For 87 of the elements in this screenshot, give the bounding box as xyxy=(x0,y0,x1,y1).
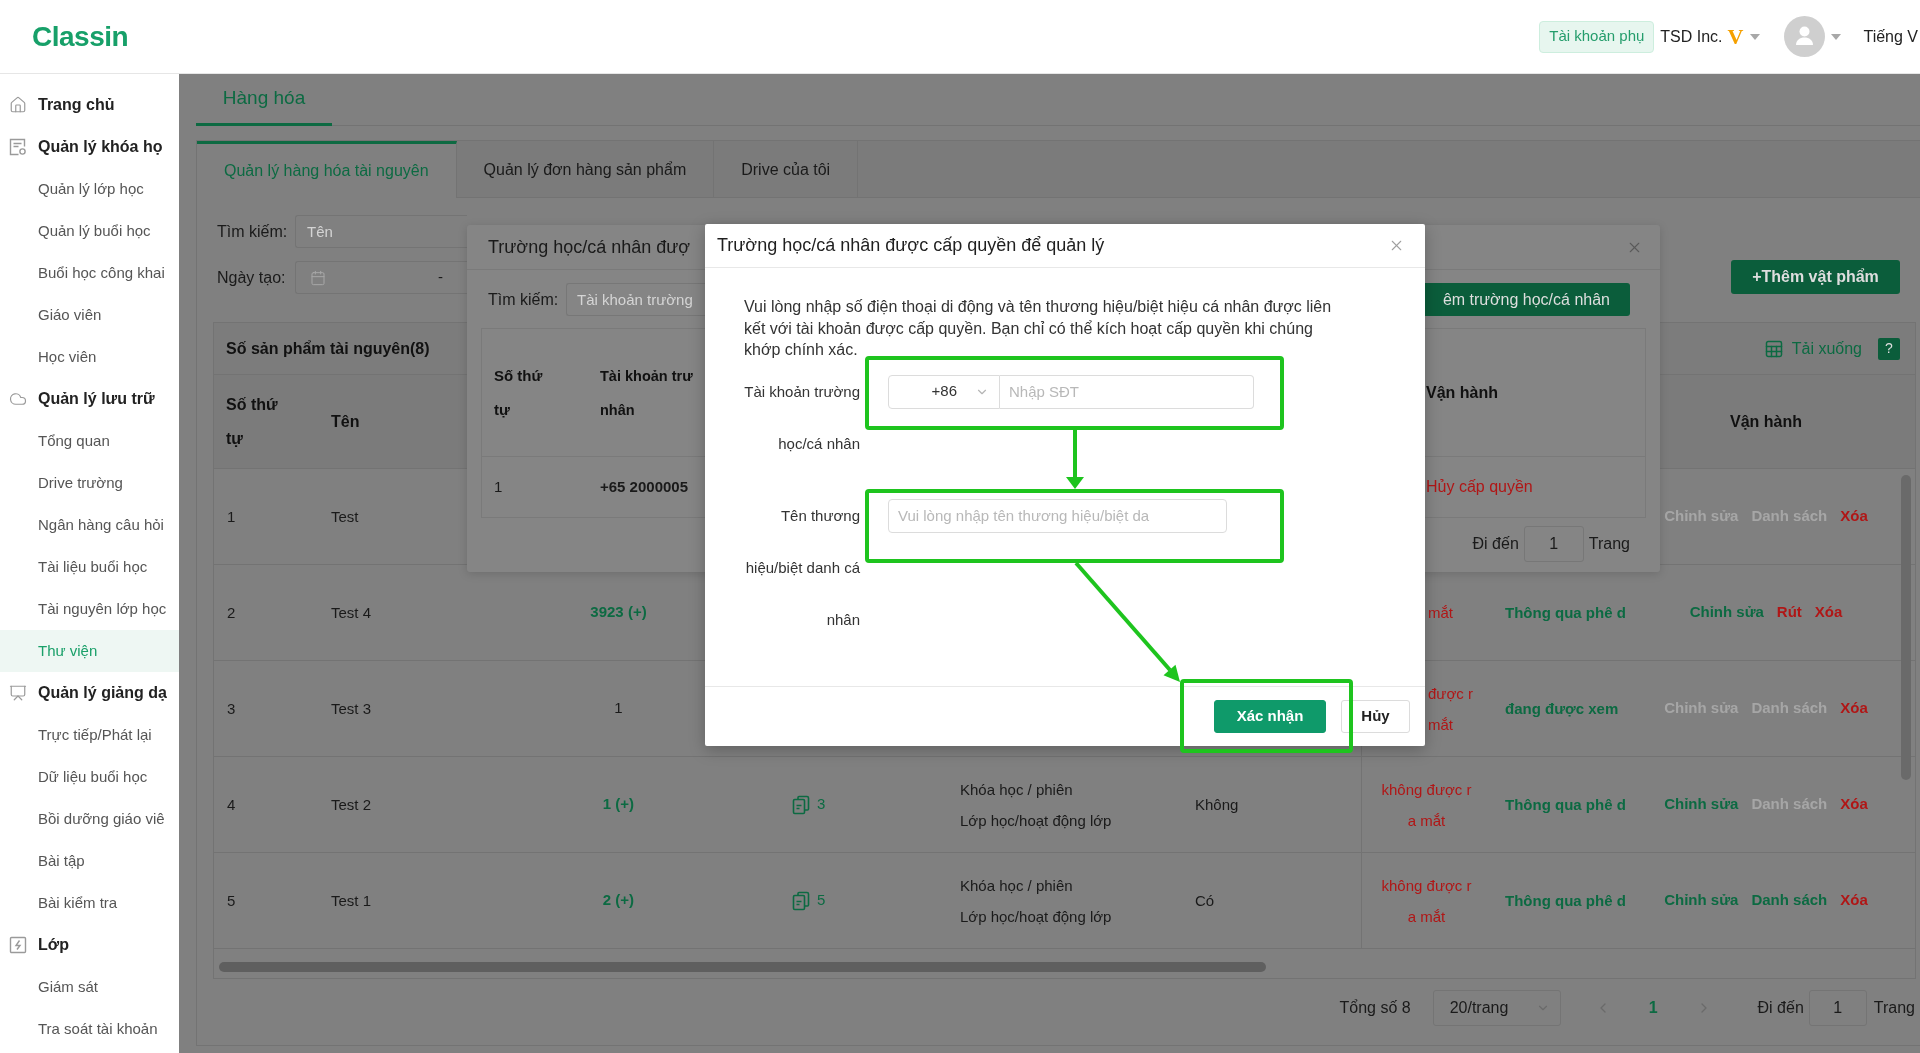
cancel-button[interactable]: Hủy xyxy=(1341,700,1410,733)
document-icon xyxy=(9,138,27,156)
date-range-field[interactable]: - xyxy=(295,261,467,294)
approval-status: Thông qua phê d xyxy=(1505,795,1626,813)
goto-suffix: Trang xyxy=(1873,998,1915,1018)
status-text: không được r a mắt xyxy=(1381,875,1472,927)
presentation-board-icon xyxy=(9,684,27,702)
column-header: Số thứ tự xyxy=(494,365,544,420)
table-title: Số sản phẩm tài nguyên(8) xyxy=(226,338,430,359)
confirm-button[interactable]: Xác nhận xyxy=(1214,700,1326,733)
home-icon xyxy=(9,96,27,114)
dialog-title: Trường học/cá nhân được cấp quyền để quản lý xyxy=(717,234,1105,257)
table-cell: Test 1 xyxy=(331,891,372,909)
table-cell: 4 xyxy=(227,795,236,813)
column-header: Tài khoản trư nhân xyxy=(600,366,693,420)
vip-letter: V xyxy=(1727,25,1744,48)
calendar-icon xyxy=(310,269,326,286)
table-cell: Test xyxy=(331,507,359,525)
sidebar-group-header[interactable]: Quản lý giảng dạ xyxy=(0,672,179,714)
help-button[interactable]: ? xyxy=(1878,337,1900,360)
total-count: Tổng số 8 xyxy=(1339,998,1411,1018)
table-cell: Test 3 xyxy=(331,699,372,717)
column-header: Vận hành xyxy=(1426,383,1498,401)
sidebar-group-header[interactable]: Trang chủ xyxy=(0,84,179,126)
sub-tab[interactable]: Quản lý đơn hàng sản phẩm xyxy=(456,141,715,198)
sidebar-group-header[interactable]: Quản lý lưu trữ xyxy=(0,378,179,420)
goto-suffix: Trang xyxy=(1588,534,1630,554)
caret-down-icon[interactable] xyxy=(1750,33,1761,40)
approval-status: đang được xem xyxy=(1505,699,1619,717)
table-cell: 1 xyxy=(227,507,236,525)
table-cell: Test 2 xyxy=(331,795,372,813)
cloud-icon xyxy=(9,390,27,408)
page-size-select[interactable]: 20/trang xyxy=(1432,990,1561,1026)
phone-input[interactable]: Nhập SĐT xyxy=(1000,374,1254,409)
language-selector[interactable]: Tiếng V xyxy=(1863,24,1918,49)
text-input[interactable]: Vui lòng nhập tên thương hiệu/biệt da xyxy=(888,498,1227,533)
field-label: Tài khoản trường học/cá nhân xyxy=(743,381,860,454)
avatar-icon[interactable] xyxy=(1784,16,1826,57)
search-field[interactable]: Tài khoản trường xyxy=(566,283,705,316)
table-cell-text: Khóa học / phiên Lớp học/hoạt động lớp xyxy=(960,779,1112,831)
column-header: Số thứ tự xyxy=(226,394,279,449)
lightning-square-icon xyxy=(9,936,27,954)
goto-page-field[interactable]: 1 xyxy=(1808,990,1867,1026)
status-text: được r mắt xyxy=(1428,683,1473,735)
table-cell: 1 xyxy=(494,478,503,495)
documents-icon xyxy=(791,890,811,911)
column-header: Tên xyxy=(331,412,360,430)
documents-icon xyxy=(791,794,811,815)
table-cell: +65 2000005 xyxy=(600,478,688,495)
table-cell: Test 4 xyxy=(331,603,372,621)
caret-down-icon[interactable] xyxy=(1831,33,1842,40)
sidebar-item[interactable]: Thư viện xyxy=(0,630,179,672)
sub-tab[interactable]: Drive của tôi xyxy=(714,141,859,198)
table-cell-text: 1 xyxy=(614,698,623,719)
column-header: Vận hành xyxy=(1730,411,1802,432)
logo[interactable]: Classin xyxy=(32,15,129,58)
table-cell: 2 xyxy=(227,603,236,621)
search-label: Tìm kiếm: xyxy=(488,289,560,310)
approval-status: Thông qua phê d xyxy=(1505,603,1626,621)
dialog-message: Vui lòng nhập số điện thoại di động và tên thương hiệu/biệt hiệu cá nhân được liên kết với tài khoản được cấp quyền. Bạn chỉ có thể kích hoạt cấp quyền khi chúng khớp chính xác. xyxy=(744,297,1333,360)
field-label: Tên thương hiệu/biệt danh cá nhân xyxy=(744,505,860,630)
goto-page-field[interactable]: 1 xyxy=(1523,526,1584,562)
account-badge: Tài khoản phụ xyxy=(1539,20,1655,53)
goto-label: Đi đến xyxy=(1757,998,1804,1018)
table-cell: Có xyxy=(1195,891,1215,909)
spreadsheet-icon xyxy=(1763,338,1784,359)
add-school-button[interactable]: êm trường học/cá nhân xyxy=(1425,283,1630,316)
status-text: mắt xyxy=(1428,603,1453,623)
range-separator: - xyxy=(438,267,443,288)
organization-name[interactable]: TSD Inc. xyxy=(1660,24,1723,49)
scrollbar-thumb[interactable] xyxy=(219,962,1266,972)
filter-label: Ngày tạo: xyxy=(217,267,287,288)
table-cell: 5 xyxy=(227,891,236,909)
dialog-title: Trường học/cá nhân đượ xyxy=(488,235,691,259)
add-item-button[interactable]: +Thêm vật phẩm xyxy=(1731,260,1900,294)
filter-label: Tìm kiếm: xyxy=(217,221,289,242)
table-cell-text: Khóa học / phiên Lớp học/hoạt động lớp xyxy=(960,875,1112,927)
status-text: không được r a mắt xyxy=(1381,779,1472,831)
table-cell: 3 xyxy=(227,699,236,717)
sidebar-group-header[interactable]: Lớp xyxy=(0,924,179,966)
country-code-select[interactable]: +86 xyxy=(888,374,1000,409)
sidebar-group-header[interactable]: Quản lý khóa họ xyxy=(0,126,179,168)
arrow xyxy=(1066,430,1084,489)
goto-label: Đi đến xyxy=(1472,534,1519,554)
approval-status: Thông qua phê d xyxy=(1505,891,1626,909)
table-cell: Không xyxy=(1195,795,1239,813)
search-field[interactable]: Tên xyxy=(295,215,467,248)
